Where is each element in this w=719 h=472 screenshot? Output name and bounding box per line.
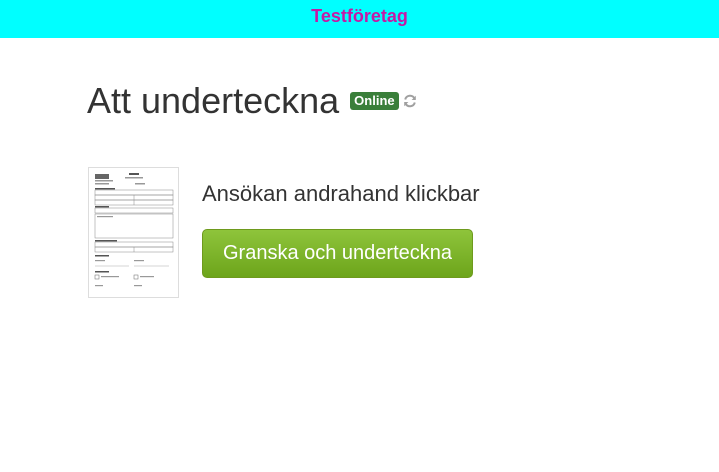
page-header: Att underteckna Online xyxy=(87,80,417,122)
review-and-sign-button[interactable]: Granska och underteckna xyxy=(202,229,473,278)
page-title: Att underteckna xyxy=(87,80,340,121)
document-title: Ansökan andrahand klickbar xyxy=(202,181,480,206)
document-thumbnail[interactable] xyxy=(88,167,179,298)
top-bar: Testföretag xyxy=(0,0,719,38)
refresh-icon[interactable] xyxy=(403,94,417,108)
company-name: Testföretag xyxy=(311,6,408,26)
status-badge: Online xyxy=(350,92,399,110)
